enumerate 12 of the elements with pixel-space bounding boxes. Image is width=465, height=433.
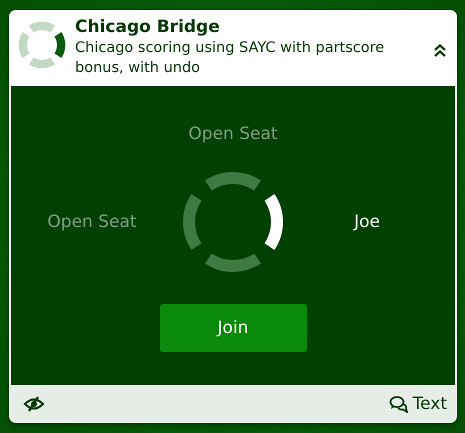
chevron-up-icon [433, 44, 447, 58]
ring-logo-icon [17, 20, 67, 70]
eye-slash-icon[interactable] [23, 396, 45, 412]
game-title: Chicago Bridge [75, 16, 221, 38]
join-button[interactable]: Join [160, 304, 306, 352]
seat-name: Open Seat [47, 212, 137, 232]
chat-button[interactable]: Text [388, 394, 447, 414]
seat-name: Joe [354, 212, 380, 232]
collapse-button[interactable] [433, 44, 447, 58]
chat-bubbles-icon [388, 395, 409, 413]
game-description: Chicago scoring using SAYC with partscore bonus, with undo [75, 39, 386, 78]
seat-name: Open Seat [188, 124, 278, 144]
